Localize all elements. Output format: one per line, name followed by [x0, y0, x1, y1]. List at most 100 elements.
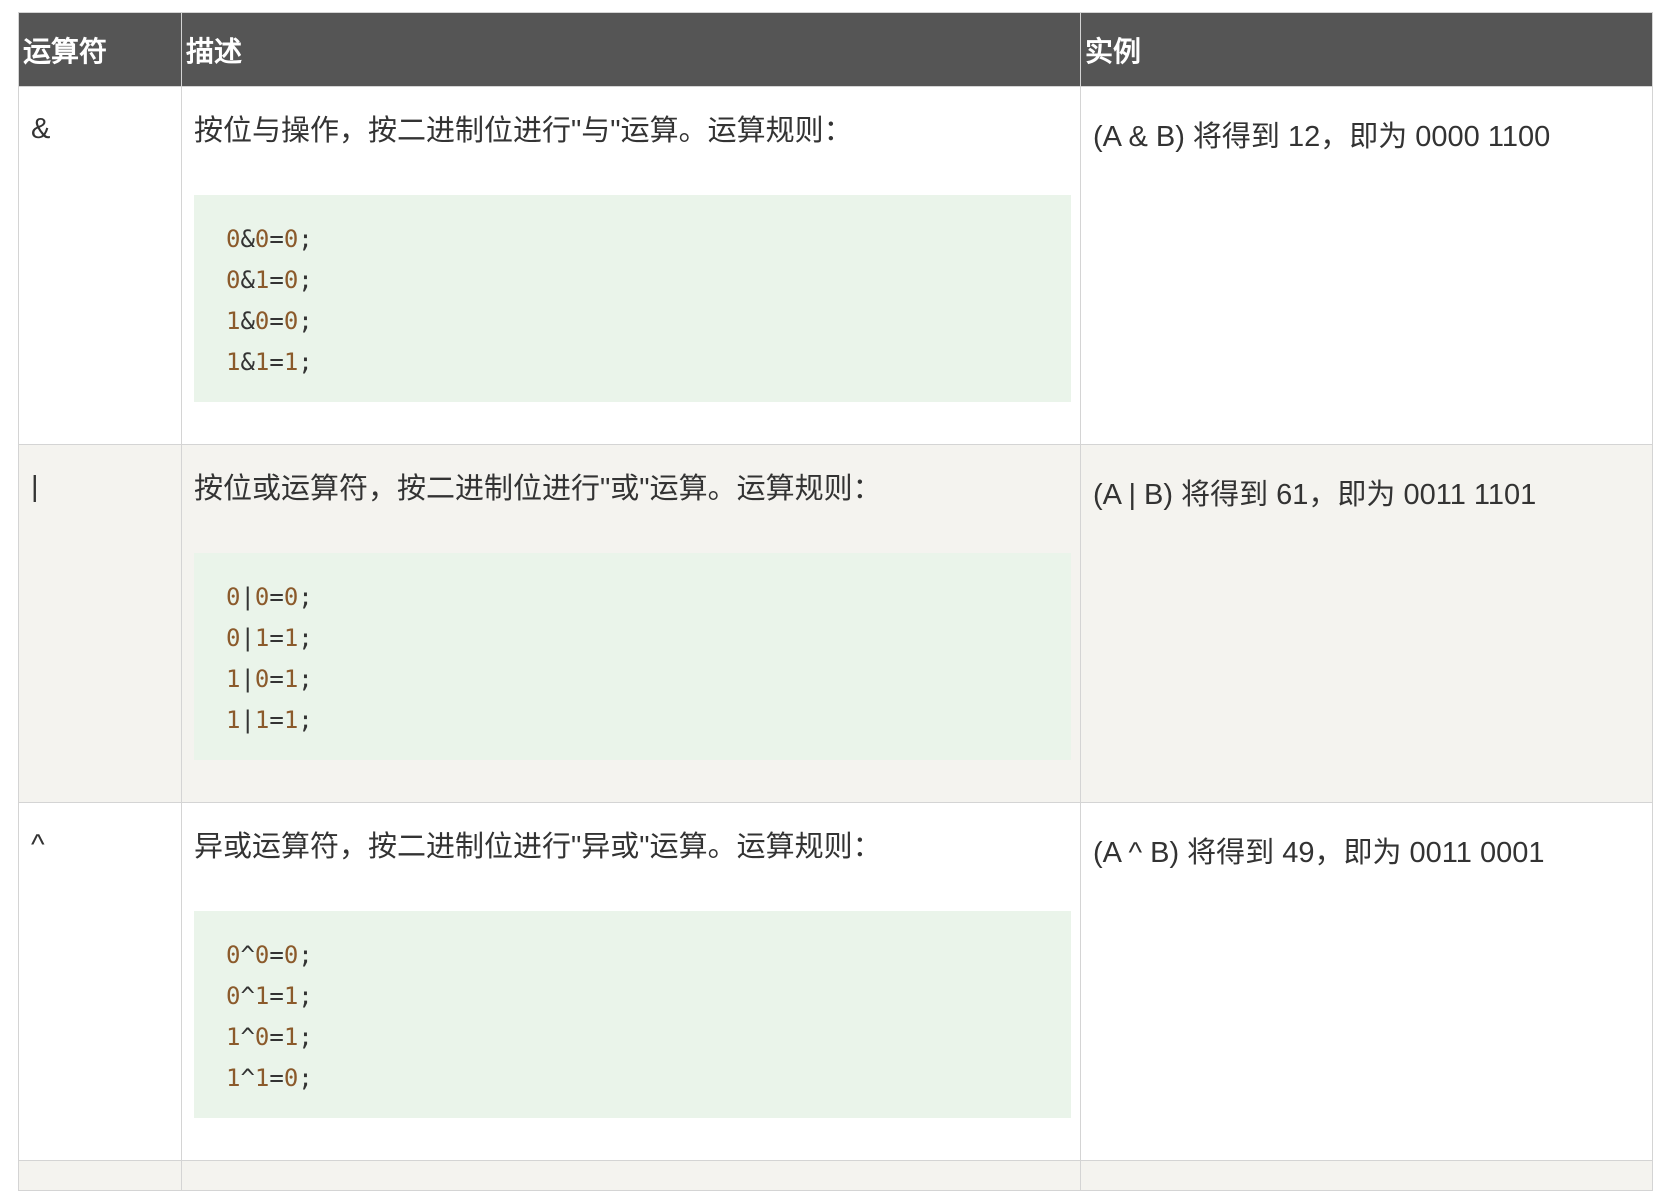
table-header: 运算符 描述 实例	[18, 12, 1653, 87]
code-line: 1^1=0;	[226, 1058, 1071, 1099]
code-result: 1	[283, 981, 299, 1010]
operator-cell-empty	[18, 1160, 182, 1191]
code-line: 0|0=0;	[226, 577, 1071, 618]
code-block: 0^0=0; 0^1=1; 1^0=1; 1^1=0;	[194, 910, 1071, 1118]
code-equals: =	[269, 306, 284, 335]
code-line: 0^0=0;	[226, 935, 1071, 976]
code-line: 1&0=0;	[226, 301, 1071, 342]
code-operand: 0	[226, 940, 241, 969]
example-cell: (A ^ B) 将得到 49，即为 0011 0001	[1080, 802, 1653, 1161]
code-result: 0	[283, 306, 299, 335]
description-cell-empty	[181, 1160, 1081, 1191]
code-result: 0	[283, 224, 299, 253]
code-operand: 0	[254, 940, 270, 969]
bitwise-operators-table: 运算符 描述 实例 & 按位与操作，按二进制位进行"与"运算。运算规则： 0&0…	[18, 12, 1653, 1191]
code-operator: ^	[240, 981, 255, 1010]
code-operand: 0	[254, 1022, 270, 1051]
code-operator: |	[240, 664, 255, 693]
code-operator: ^	[240, 1022, 255, 1051]
code-semicolon: ;	[298, 981, 313, 1010]
description-text: 异或运算符，按二进制位进行"异或"运算。运算规则：	[194, 831, 882, 863]
operator-cell: |	[18, 444, 182, 803]
code-operand: 1	[254, 623, 270, 652]
code-semicolon: ;	[298, 347, 313, 376]
code-operand: 0	[226, 582, 241, 611]
code-result: 1	[283, 623, 299, 652]
code-semicolon: ;	[298, 705, 313, 734]
code-equals: =	[269, 265, 284, 294]
code-equals: =	[269, 1022, 284, 1051]
description-cell: 异或运算符，按二进制位进行"异或"运算。运算规则： 0^0=0; 0^1=1; …	[181, 802, 1081, 1161]
code-operand: 1	[226, 306, 241, 335]
code-operand: 1	[254, 1063, 270, 1092]
code-operand: 0	[226, 265, 241, 294]
code-equals: =	[269, 1063, 284, 1092]
code-result: 0	[283, 940, 299, 969]
code-line: 1&1=1;	[226, 342, 1071, 383]
code-operator: &	[240, 306, 255, 335]
code-semicolon: ;	[298, 582, 313, 611]
code-semicolon: ;	[298, 1063, 313, 1092]
description-text: 按位或运算符，按二进制位进行"或"运算。运算规则：	[194, 473, 882, 505]
code-semicolon: ;	[298, 664, 313, 693]
code-semicolon: ;	[298, 940, 313, 969]
code-operand: 1	[254, 265, 270, 294]
example-cell-empty	[1080, 1160, 1653, 1191]
example-cell: (A & B) 将得到 12，即为 0000 1100	[1080, 86, 1653, 445]
code-operand: 0	[254, 224, 270, 253]
header-row: 运算符 描述 实例	[18, 12, 1653, 87]
description-cell: 按位或运算符，按二进制位进行"或"运算。运算规则： 0|0=0; 0|1=1; …	[181, 444, 1081, 803]
code-result: 1	[283, 1022, 299, 1051]
code-semicolon: ;	[298, 623, 313, 652]
code-semicolon: ;	[298, 306, 313, 335]
code-equals: =	[269, 940, 284, 969]
code-operator: ^	[240, 940, 255, 969]
code-line: 0|1=1;	[226, 618, 1071, 659]
code-line: 0&1=0;	[226, 260, 1071, 301]
header-operator: 运算符	[18, 12, 182, 87]
code-equals: =	[269, 224, 284, 253]
code-operand: 0	[226, 981, 241, 1010]
code-result: 0	[283, 265, 299, 294]
code-equals: =	[269, 582, 284, 611]
code-result: 1	[283, 705, 299, 734]
code-equals: =	[269, 664, 284, 693]
code-operand: 1	[226, 1022, 241, 1051]
code-line: 1|1=1;	[226, 700, 1071, 741]
code-result: 0	[283, 582, 299, 611]
code-operand: 0	[254, 582, 270, 611]
code-operator: |	[240, 623, 255, 652]
code-operand: 0	[254, 306, 270, 335]
code-line: 1^0=1;	[226, 1017, 1071, 1058]
code-line: 1|0=1;	[226, 659, 1071, 700]
code-operand: 1	[226, 347, 241, 376]
code-operator: &	[240, 347, 255, 376]
code-operand: 1	[254, 981, 270, 1010]
table-row: & 按位与操作，按二进制位进行"与"运算。运算规则： 0&0=0; 0&1=0;…	[18, 86, 1653, 445]
code-operator: |	[240, 582, 255, 611]
code-semicolon: ;	[298, 265, 313, 294]
operator-cell: &	[18, 86, 182, 445]
code-operand: 1	[226, 705, 241, 734]
table-row: ^ 异或运算符，按二进制位进行"异或"运算。运算规则： 0^0=0; 0^1=1…	[18, 802, 1653, 1161]
code-operator: |	[240, 705, 255, 734]
table-row: | 按位或运算符，按二进制位进行"或"运算。运算规则： 0|0=0; 0|1=1…	[18, 444, 1653, 803]
header-example: 实例	[1080, 12, 1653, 87]
code-result: 1	[283, 664, 299, 693]
code-operand: 0	[226, 224, 241, 253]
code-block: 0|0=0; 0|1=1; 1|0=1; 1|1=1;	[194, 552, 1071, 760]
code-result: 1	[283, 347, 299, 376]
code-line: 0&0=0;	[226, 219, 1071, 260]
code-equals: =	[269, 981, 284, 1010]
code-operand: 1	[226, 1063, 241, 1092]
example-cell: (A | B) 将得到 61，即为 0011 1101	[1080, 444, 1653, 803]
table-row-partial	[18, 1160, 1653, 1191]
code-equals: =	[269, 623, 284, 652]
operator-cell: ^	[18, 802, 182, 1161]
code-equals: =	[269, 347, 284, 376]
code-operand: 1	[254, 347, 270, 376]
code-operand: 0	[226, 623, 241, 652]
header-description: 描述	[181, 12, 1081, 87]
code-result: 0	[283, 1063, 299, 1092]
code-block: 0&0=0; 0&1=0; 1&0=0; 1&1=1;	[194, 194, 1071, 402]
